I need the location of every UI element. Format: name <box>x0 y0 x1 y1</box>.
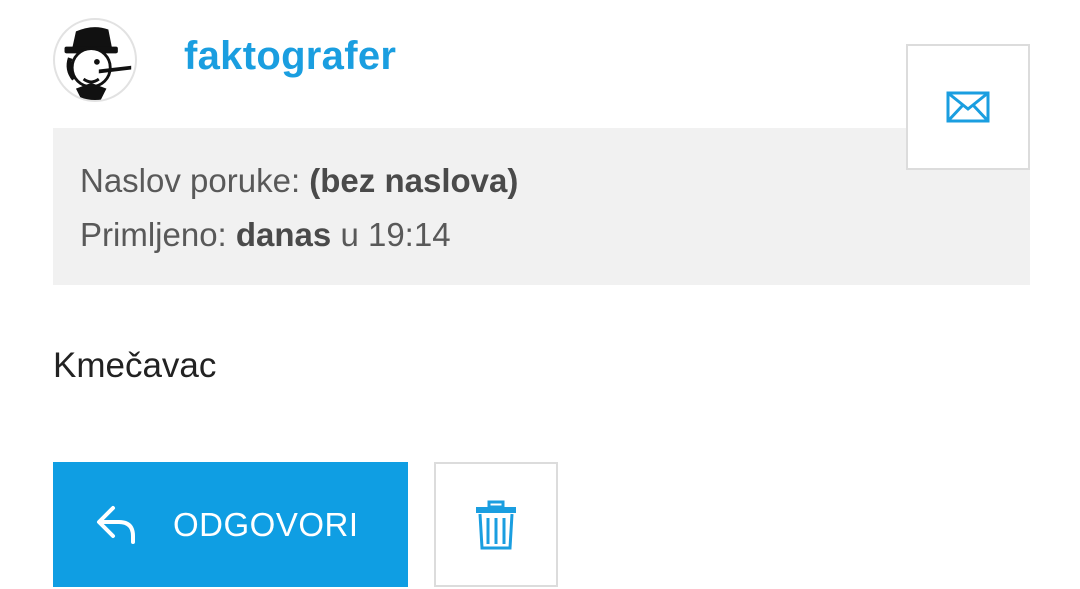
reply-button[interactable]: ODGOVORI <box>53 462 408 587</box>
send-message-button[interactable] <box>906 44 1030 170</box>
message-info-box: Naslov poruke: (bez naslova) Primljeno: … <box>53 128 1030 285</box>
pinocchio-avatar-icon <box>64 27 132 100</box>
received-time: 19:14 <box>367 216 451 253</box>
sender-username[interactable]: faktografer <box>184 34 396 79</box>
subject-value: (bez naslova) <box>309 162 519 199</box>
message-body: Kmečavac <box>53 346 217 385</box>
trash-icon <box>476 500 516 549</box>
received-day: danas <box>235 216 332 253</box>
subject-line: Naslov poruke: (bez naslova) <box>80 162 518 200</box>
delete-button[interactable] <box>434 462 558 587</box>
received-line: Primljeno: danas u 19:14 <box>80 216 451 254</box>
subject-label: Naslov poruke: <box>80 162 301 199</box>
received-label: Primljeno: <box>80 216 227 253</box>
reply-arrow-icon <box>97 506 135 544</box>
reply-button-label: ODGOVORI <box>173 506 359 543</box>
received-separator: u <box>340 216 359 253</box>
avatar[interactable] <box>53 18 137 102</box>
envelope-icon <box>946 91 990 123</box>
